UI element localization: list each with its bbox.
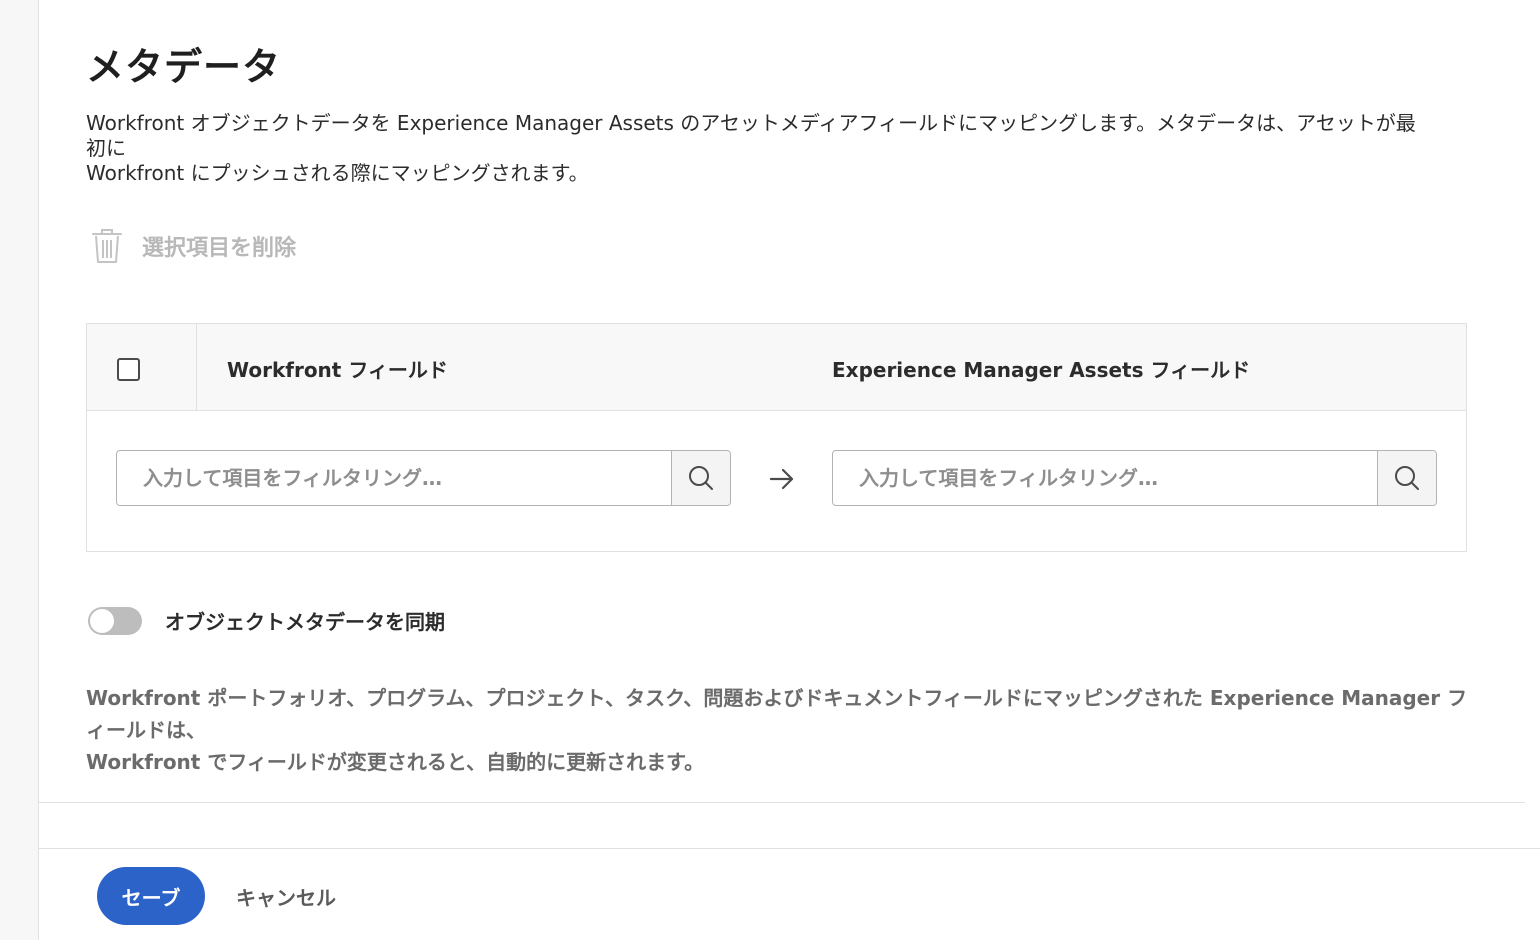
table-header: Workfront フィールド Experience Manager Asset… <box>87 324 1466 411</box>
save-button[interactable]: セーブ <box>97 867 205 925</box>
footer-divider <box>39 848 1540 849</box>
workfront-filter-input[interactable] <box>117 451 671 505</box>
search-icon <box>1395 466 1419 490</box>
arrow-right-icon <box>769 468 794 490</box>
delete-selected-button[interactable]: 選択項目を削除 <box>90 226 296 266</box>
aem-filter-input[interactable] <box>833 451 1377 505</box>
page-description: Workfront オブジェクトデータを Experience Manager … <box>86 111 1416 186</box>
sync-metadata-toggle[interactable] <box>88 606 142 635</box>
divider <box>39 802 1525 803</box>
sync-metadata-label: オブジェクトメタデータを同期 <box>165 610 445 634</box>
select-all-cell <box>87 324 197 410</box>
select-all-checkbox[interactable] <box>117 358 140 381</box>
sync-note-line-1: Workfront ポートフォリオ、プログラム、プロジェクト、タスク、問題および… <box>86 686 1468 742</box>
aem-search-button[interactable] <box>1377 451 1436 505</box>
column-header-workfront: Workfront フィールド <box>227 358 448 382</box>
trash-icon <box>92 229 122 263</box>
page-title: メタデータ <box>86 45 282 89</box>
cancel-button[interactable]: キャンセル <box>222 867 350 925</box>
column-header-aem: Experience Manager Assets フィールド <box>832 358 1251 382</box>
search-icon <box>689 466 713 490</box>
field-mapping-table: Workfront フィールド Experience Manager Asset… <box>86 323 1467 552</box>
sync-metadata-row: オブジェクトメタデータを同期 <box>88 606 445 635</box>
description-line-2: Workfront にプッシュされる際にマッピングされます。 <box>86 161 589 185</box>
description-line-1: Workfront オブジェクトデータを Experience Manager … <box>86 111 1416 160</box>
workfront-search-button[interactable] <box>671 451 730 505</box>
delete-selected-label: 選択項目を削除 <box>142 236 297 261</box>
left-rail <box>0 0 39 940</box>
sync-note: Workfront ポートフォリオ、プログラム、プロジェクト、タスク、問題および… <box>86 682 1486 778</box>
sync-note-line-2: Workfront でフィールドが変更されると、自動的に更新されます。 <box>86 750 705 774</box>
toggle-knob <box>90 608 114 633</box>
aem-field-filter <box>832 450 1437 506</box>
workfront-field-filter <box>116 450 731 506</box>
